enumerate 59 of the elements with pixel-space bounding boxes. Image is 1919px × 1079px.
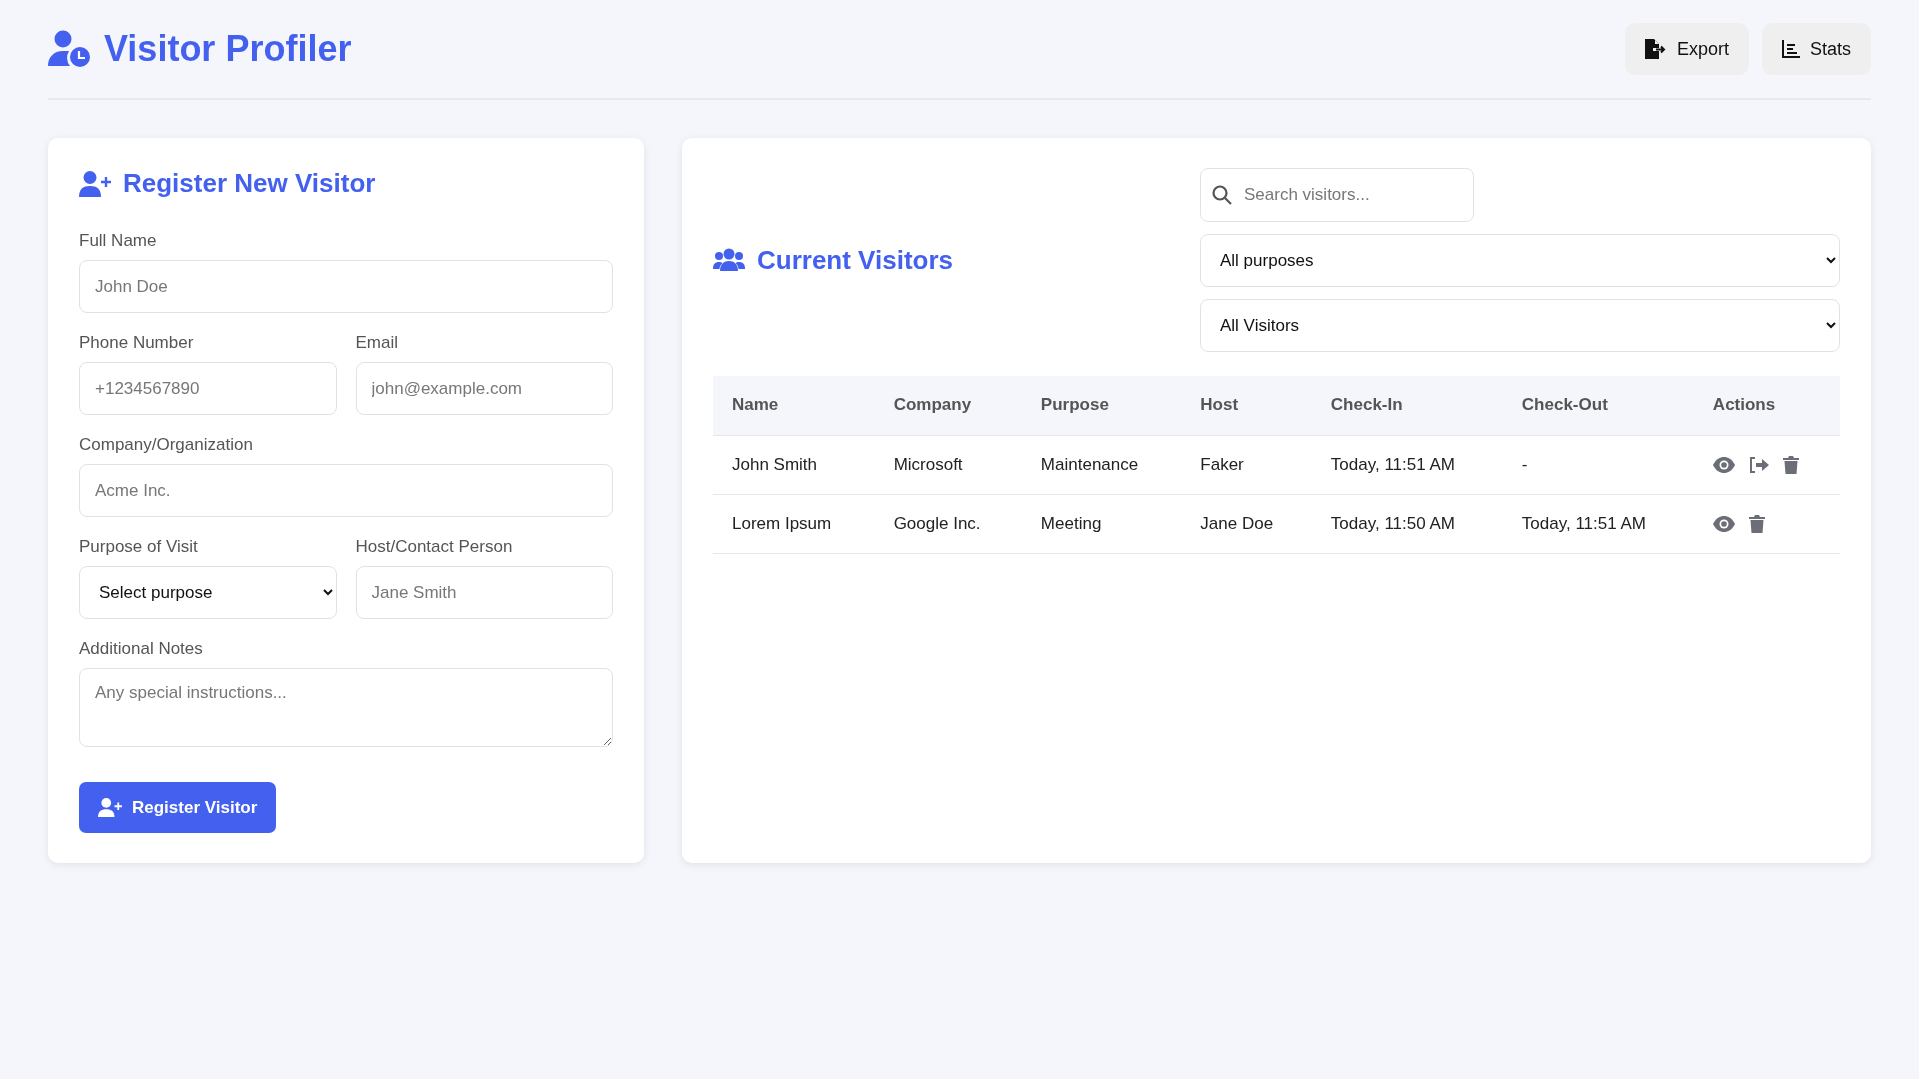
table-cell: Meeting — [1021, 494, 1182, 553]
column-header: Check-Out — [1502, 376, 1694, 435]
table-cell: Today, 11:51 AM — [1502, 494, 1694, 553]
table-cell: - — [1502, 435, 1694, 494]
card-title: Current Visitors — [757, 244, 953, 276]
field-label: Company/Organization — [79, 435, 254, 455]
eye-icon — [1712, 456, 1735, 473]
checkout-button[interactable] — [1748, 456, 1769, 473]
user-plus-icon — [98, 797, 122, 818]
view-button[interactable] — [1712, 515, 1735, 532]
user-plus-icon — [79, 170, 111, 197]
field-label: Host/Contact Person — [355, 537, 514, 557]
app-title: Visitor Profiler — [104, 28, 352, 70]
register-button[interactable]: Register Visitor — [79, 782, 277, 833]
table-cell: Today, 11:51 AM — [1311, 435, 1503, 494]
column-header: Purpose — [1021, 376, 1182, 435]
text-input-field[interactable]: +1234567890 — [79, 362, 337, 415]
filter-select-field[interactable]: All Visitors — [1200, 299, 1840, 352]
table-cell: Jane Doe — [1181, 494, 1312, 553]
column-header: Actions — [1693, 376, 1840, 435]
column-header: Host — [1181, 376, 1312, 435]
field-label: Full Name — [79, 231, 158, 251]
table-cell: Google Inc. — [874, 494, 1022, 553]
bar-chart-icon — [1781, 40, 1800, 58]
column-header: Check-In — [1311, 376, 1503, 435]
trash-icon — [1782, 455, 1799, 474]
table-cell: Lorem Ipsum — [713, 494, 875, 553]
text-input-field[interactable]: john@example.com — [355, 362, 613, 415]
search-icon — [1212, 185, 1232, 205]
text-input-field[interactable]: John Doe — [79, 260, 613, 313]
table-cell: Today, 11:50 AM — [1311, 494, 1503, 553]
field-label: Phone Number — [79, 333, 195, 353]
field-label: Email — [355, 333, 399, 353]
view-button[interactable] — [1712, 456, 1735, 473]
delete-button[interactable] — [1748, 514, 1765, 533]
table-cell: John Smith — [713, 435, 875, 494]
field-label: Additional Notes — [79, 639, 204, 659]
stats-button[interactable]: Stats — [1761, 23, 1871, 75]
filter-select-field[interactable]: All purposes — [1200, 234, 1840, 287]
table-cell: Microsoft — [874, 435, 1022, 494]
users-icon — [713, 248, 745, 272]
export-button[interactable]: Export — [1624, 23, 1749, 75]
table-cell: Maintenance — [1021, 435, 1182, 494]
sign-out-icon — [1748, 456, 1769, 473]
card-title: Register New Visitor — [123, 168, 376, 199]
delete-button[interactable] — [1782, 455, 1799, 474]
eye-icon — [1712, 515, 1735, 532]
search-field[interactable]: Search visitors... — [1200, 168, 1474, 222]
text-input-field[interactable]: Jane Smith — [355, 566, 613, 619]
trash-icon — [1748, 514, 1765, 533]
notes-textarea-field[interactable]: Any special instructions... — [79, 668, 613, 747]
column-header: Company — [874, 376, 1022, 435]
field-label: Purpose of Visit — [79, 537, 199, 557]
column-header: Name — [713, 376, 875, 435]
table-cell: Faker — [1181, 435, 1312, 494]
text-input-field[interactable]: Acme Inc. — [79, 464, 613, 517]
file-export-icon — [1644, 39, 1667, 59]
purpose-select-field[interactable]: Select purpose — [79, 566, 337, 619]
user-clock-icon — [48, 30, 92, 68]
